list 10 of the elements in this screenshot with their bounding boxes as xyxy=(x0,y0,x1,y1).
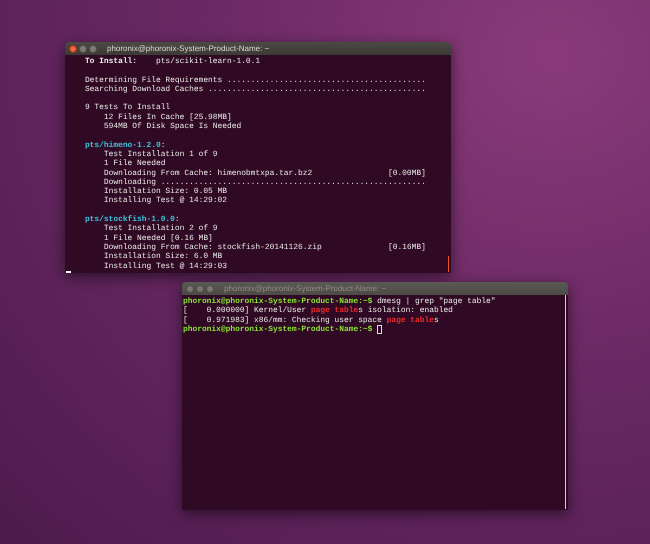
scrollbar[interactable] xyxy=(448,256,449,272)
close-button[interactable] xyxy=(69,44,77,52)
maximize-button[interactable] xyxy=(89,44,97,52)
minimize-button[interactable] xyxy=(79,44,87,52)
minimize-button[interactable] xyxy=(196,284,204,292)
scrollbar[interactable] xyxy=(564,295,566,509)
close-button[interactable] xyxy=(186,284,194,292)
maximize-button[interactable] xyxy=(206,284,214,292)
window-title: phoronix@phoronix-System-Product-Name: ~ xyxy=(107,44,270,53)
window-title: phoronix@phoronix-System-Product-Name: ~ xyxy=(224,284,386,293)
